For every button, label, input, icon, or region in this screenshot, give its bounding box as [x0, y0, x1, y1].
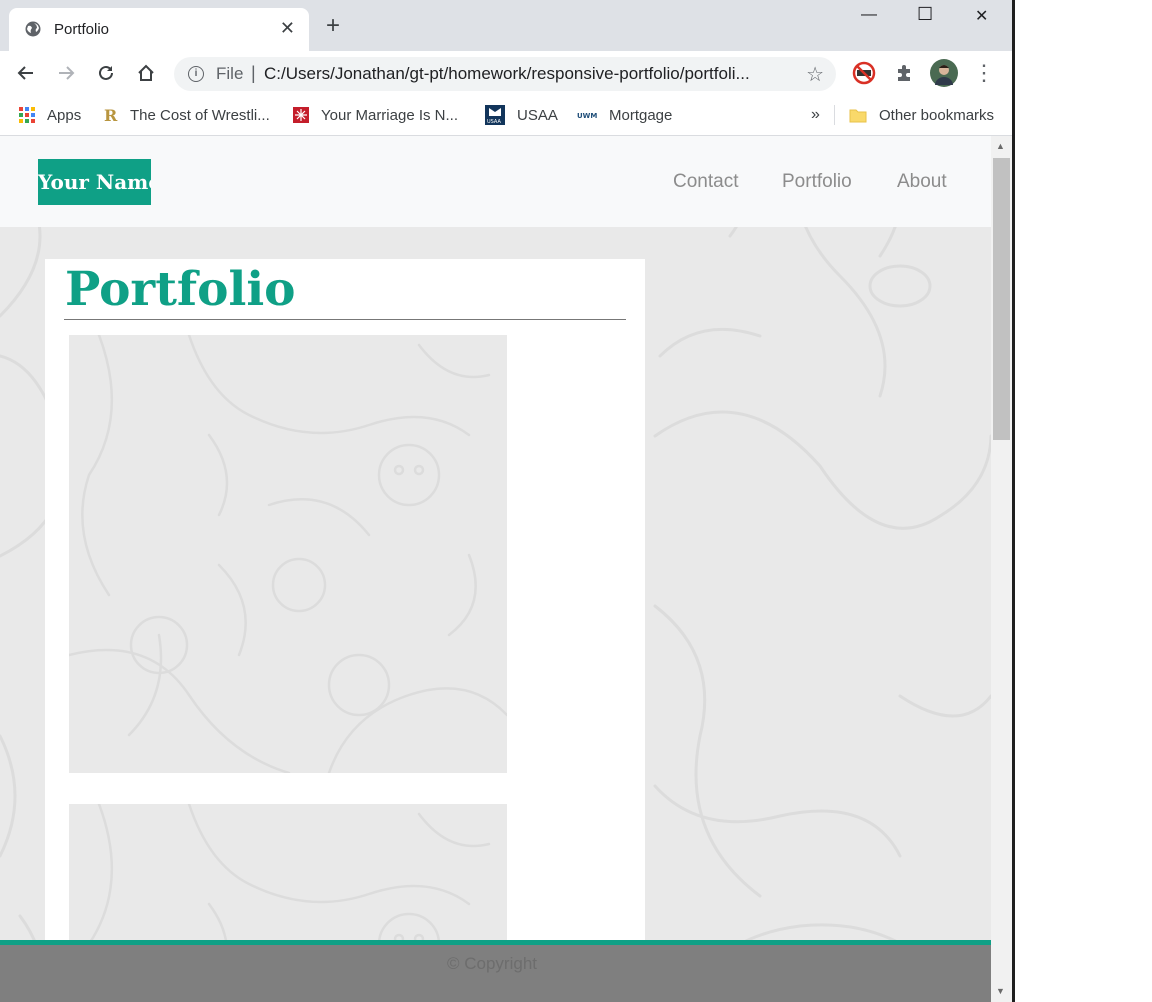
browser-window: Portfolio ✕ + — ☐ ✕ i File | C:/Users/Jo…: [0, 0, 1012, 1002]
bookmark-wrestling[interactable]: R The Cost of Wrestli...: [102, 104, 270, 126]
bookmark-apps[interactable]: Apps: [19, 104, 81, 126]
globe-icon: [25, 21, 41, 37]
uwm-icon: UWM: [577, 112, 597, 120]
page-scrollbar[interactable]: ▲ ▼: [991, 136, 1012, 1002]
bookmark-usaa[interactable]: USAA USAA: [485, 104, 558, 126]
portfolio-image[interactable]: [69, 335, 507, 773]
minimize-button[interactable]: —: [861, 6, 877, 24]
forward-arrow-icon: [59, 66, 75, 80]
bookmark-star-icon[interactable]: ☆: [806, 62, 824, 87]
page-viewport: Your Name Contact Portfolio About Portfo…: [0, 136, 991, 1002]
url-separator: |: [251, 63, 256, 83]
browser-toolbar: i File | C:/Users/Jonathan/gt-pt/homewor…: [0, 51, 1012, 97]
folder-icon: [849, 109, 867, 123]
tab-portfolio[interactable]: Portfolio ✕: [9, 8, 309, 51]
portfolio-card: Portfolio: [45, 259, 645, 1002]
back-button[interactable]: [14, 61, 38, 85]
brand-logo[interactable]: Your Name: [38, 159, 151, 205]
url-scheme: File: [216, 64, 244, 83]
forward-button[interactable]: [54, 61, 78, 85]
new-tab-button[interactable]: +: [326, 14, 340, 38]
scroll-up-arrow-icon[interactable]: ▲: [996, 141, 1005, 151]
tab-title: Portfolio: [54, 21, 110, 38]
bookmark-label: USAA: [517, 106, 558, 124]
profile-avatar-icon[interactable]: [930, 59, 958, 87]
window-edge: [1012, 0, 1015, 1002]
bookmark-red-icon: [293, 107, 309, 123]
bookmarks-bar: Apps R The Cost of Wrestli... Your Marri…: [0, 97, 1012, 136]
svg-text:UWM: UWM: [577, 112, 597, 120]
nav-link-contact[interactable]: Contact: [673, 171, 738, 193]
usaa-icon: USAA: [485, 105, 505, 125]
desktop-background: [1012, 0, 1152, 1002]
maximize-button[interactable]: ☐: [917, 4, 933, 25]
scroll-down-arrow-icon[interactable]: ▼: [996, 986, 1005, 996]
tab-close-icon[interactable]: ✕: [280, 18, 295, 39]
extensions-puzzle-icon[interactable]: [893, 61, 917, 85]
bookmark-label: Other bookmarks: [879, 106, 995, 124]
bookmark-label: Mortgage: [609, 106, 673, 124]
nav-link-about[interactable]: About: [897, 171, 947, 193]
title-divider: [64, 319, 626, 320]
back-arrow-icon: [17, 66, 33, 80]
bookmark-label: Your Marriage Is N...: [321, 106, 458, 124]
nav-link-portfolio[interactable]: Portfolio: [782, 171, 852, 193]
close-window-button[interactable]: ✕: [975, 6, 988, 26]
url-text[interactable]: C:/Users/Jonathan/gt-pt/homework/respons…: [264, 64, 784, 84]
bookmark-label: The Cost of Wrestli...: [130, 106, 270, 124]
bookmark-marriage[interactable]: Your Marriage Is N...: [293, 104, 458, 126]
address-bar[interactable]: i File | C:/Users/Jonathan/gt-pt/homewor…: [174, 57, 836, 91]
svg-text:USAA: USAA: [487, 119, 501, 125]
browser-menu-icon[interactable]: ⋮: [972, 61, 996, 85]
scrollbar-thumb[interactable]: [993, 158, 1010, 440]
placeholder-doodle-image: [69, 335, 507, 773]
info-icon[interactable]: i: [188, 66, 204, 82]
site-navbar: Your Name Contact Portfolio About: [0, 136, 991, 227]
svg-text:R: R: [104, 107, 118, 123]
home-icon: [138, 64, 154, 81]
apps-grid-icon: [19, 107, 35, 123]
adblock-extension-icon[interactable]: [852, 61, 876, 85]
bookmarks-overflow-button[interactable]: »: [811, 104, 820, 126]
other-bookmarks[interactable]: Other bookmarks: [849, 104, 994, 126]
bookmark-r-icon: R: [104, 107, 118, 123]
bookmark-mortgage[interactable]: UWM Mortgage: [577, 104, 672, 126]
bookmark-label: Apps: [47, 106, 82, 124]
reload-icon: [99, 65, 113, 80]
bookmarks-divider: [834, 105, 835, 125]
tab-strip: Portfolio ✕ + — ☐ ✕: [0, 0, 1012, 51]
copyright-text: © Copyright: [447, 954, 538, 973]
home-button[interactable]: [134, 61, 158, 85]
site-footer: © Copyright: [0, 940, 991, 1002]
page-title: Portfolio: [65, 262, 296, 317]
reload-button[interactable]: [94, 61, 118, 85]
